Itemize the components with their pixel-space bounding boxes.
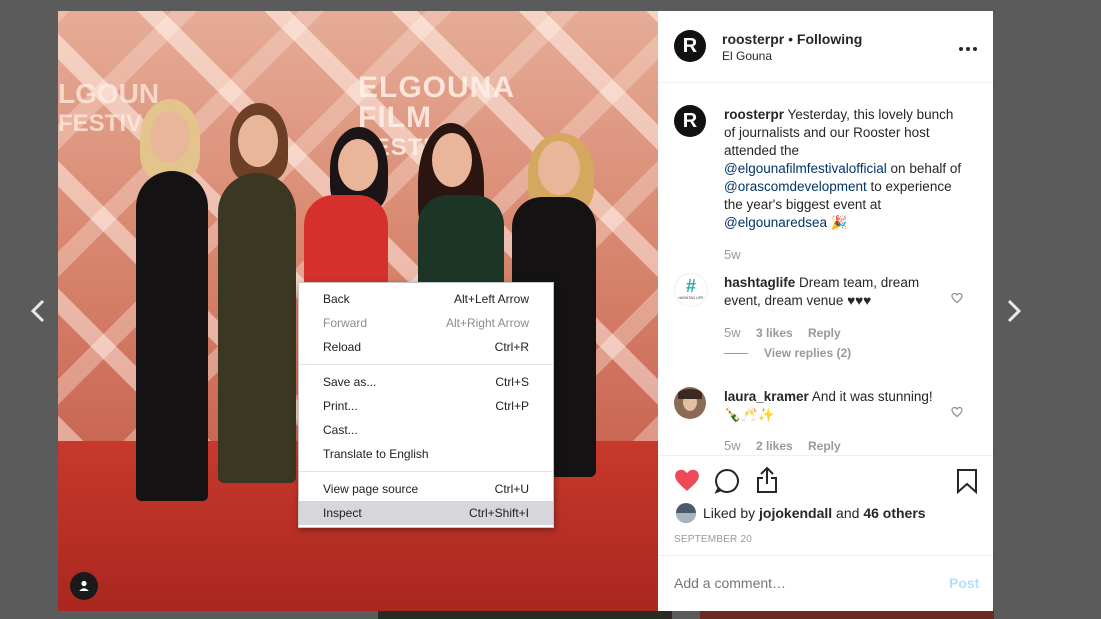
more-options-icon[interactable] [958, 41, 978, 51]
comment-age[interactable]: 5w [724, 438, 741, 453]
mention-link[interactable]: @elgounafilmfestivalofficial [724, 161, 887, 176]
photo-festival-sign-left: LGOUN FESTIVAL [58, 78, 173, 139]
menu-item-shortcut: Ctrl+U [494, 482, 529, 496]
likes-summary: Liked by jojokendall and 46 others [703, 505, 926, 521]
profile-avatar[interactable]: R [674, 30, 706, 62]
avatar-caption: HASHTAG LIFE [678, 296, 704, 300]
mention-link[interactable]: @elgounaredsea [724, 215, 827, 230]
context-menu: Back Alt+Left Arrow Forward Alt+Right Ar… [298, 282, 554, 528]
mention-link[interactable]: @orascomdevelopment [724, 179, 867, 194]
comment-input[interactable] [674, 572, 924, 594]
comment-likes[interactable]: 2 likes [756, 439, 793, 453]
likes-and: and [832, 505, 864, 521]
context-menu-save-as[interactable]: Save as... Ctrl+S [299, 370, 553, 394]
post-comment-button[interactable]: Post [949, 575, 979, 591]
comment-age[interactable]: 5w [724, 325, 741, 340]
menu-separator [299, 364, 553, 365]
background-thumbnail [378, 610, 672, 619]
menu-item-shortcut: Ctrl+P [495, 399, 529, 413]
hashtag-icon: # [685, 276, 696, 296]
menu-item-shortcut: Ctrl+Shift+I [468, 506, 529, 520]
caption-username[interactable]: roosterpr [724, 107, 784, 122]
avatar-letter: R [682, 109, 698, 132]
liker-username[interactable]: jojokendall [759, 505, 832, 521]
menu-item-label: Inspect [323, 506, 362, 520]
reply-button[interactable]: Reply [808, 326, 841, 340]
comment-text: hashtaglife Dream team, dream event, dre… [724, 274, 952, 310]
menu-item-label: Back [323, 292, 350, 306]
menu-item-label: Reload [323, 340, 362, 354]
add-comment-area: Post [658, 555, 993, 612]
comments-list[interactable]: R roosterpr Yesterday, this lovely bunch… [658, 83, 993, 455]
comment-meta: 5w 2 likes Reply [724, 438, 841, 453]
comment-meta: 5w 3 likes Reply [724, 325, 841, 340]
context-menu-print[interactable]: Print... Ctrl+P [299, 394, 553, 418]
post-header: R roosterpr • Following El Gouna [658, 11, 993, 83]
menu-item-label: Translate to English [323, 447, 429, 461]
context-menu-inspect[interactable]: Inspect Ctrl+Shift+I [299, 501, 553, 525]
avatar-letter: R [682, 34, 698, 57]
comment-text: laura_kramer And it was stunning! 🍾🥂✨ [724, 388, 952, 424]
caption-text: roosterpr Yesterday, this lovely bunch o… [724, 106, 962, 232]
post-detail-panel: R roosterpr • Following El Gouna R roost… [658, 11, 993, 611]
share-icon[interactable] [755, 466, 779, 494]
comment-like-icon[interactable] [951, 291, 963, 304]
sign-line: FESTIVAL [58, 110, 173, 137]
bookmark-icon[interactable] [956, 468, 978, 495]
location-link[interactable]: El Gouna [722, 49, 772, 63]
menu-item-shortcut: Ctrl+S [495, 375, 529, 389]
replies-divider [724, 353, 748, 354]
context-menu-cast[interactable]: Cast... [299, 418, 553, 442]
caption-emoji: 🎉 [830, 215, 848, 230]
sign-line: LGOUN [58, 78, 160, 109]
sign-line: ELGOUNA [358, 71, 515, 104]
header-username[interactable]: roosterpr [722, 31, 784, 47]
menu-item-label: Print... [323, 399, 358, 413]
header-meta: roosterpr • Following [722, 31, 862, 47]
comment-avatar[interactable]: # HASHTAG LIFE [674, 273, 708, 307]
context-menu-back[interactable]: Back Alt+Left Arrow [299, 287, 553, 311]
liker-avatar[interactable] [676, 503, 696, 523]
view-replies-button[interactable]: View replies (2) [764, 346, 851, 360]
follow-button[interactable]: Following [797, 31, 862, 47]
comment-username[interactable]: laura_kramer [724, 389, 809, 404]
post-actions: Liked by jojokendall and 46 others SEPTE… [658, 455, 993, 556]
context-menu-forward[interactable]: Forward Alt+Right Arrow [299, 311, 553, 335]
menu-item-label: Save as... [323, 375, 377, 389]
sign-line: FILM [358, 101, 432, 134]
menu-item-shortcut: Alt+Right Arrow [445, 316, 529, 330]
comment-likes[interactable]: 3 likes [756, 326, 793, 340]
menu-item-shortcut: Ctrl+R [494, 340, 529, 354]
comment-avatar[interactable] [674, 387, 706, 419]
context-menu-view-source[interactable]: View page source Ctrl+U [299, 477, 553, 501]
chevron-left-icon[interactable] [27, 296, 51, 326]
menu-item-label: Forward [323, 316, 368, 330]
comment-like-icon[interactable] [951, 405, 963, 418]
post-date[interactable]: SEPTEMBER 20 [674, 534, 752, 545]
header-separator: • [784, 31, 797, 47]
menu-item-label: View page source [323, 482, 419, 496]
likes-prefix: Liked by [703, 505, 760, 521]
context-menu-translate[interactable]: Translate to English [299, 442, 553, 466]
chevron-right-icon[interactable] [1001, 296, 1025, 326]
caption-body: on behalf of [886, 161, 962, 176]
comment-icon[interactable] [714, 468, 740, 494]
menu-item-shortcut: Alt+Left Arrow [453, 292, 529, 306]
likes-others-button[interactable]: 46 others [863, 505, 925, 521]
heart-icon[interactable] [674, 468, 700, 492]
menu-separator [299, 471, 553, 472]
caption-avatar[interactable]: R [674, 105, 706, 137]
comment-username[interactable]: hashtaglife [724, 275, 795, 290]
caption-age[interactable]: 5w [724, 247, 741, 262]
context-menu-reload[interactable]: Reload Ctrl+R [299, 335, 553, 359]
menu-item-label: Cast... [323, 423, 358, 437]
reply-button[interactable]: Reply [808, 439, 841, 453]
user-icon[interactable] [70, 572, 98, 600]
